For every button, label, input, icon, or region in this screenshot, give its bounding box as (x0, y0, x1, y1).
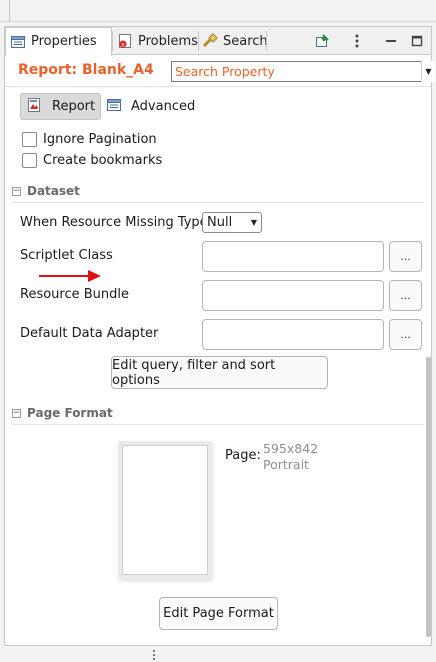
tab-properties-label: Properties (31, 34, 97, 49)
page-size-values: 595x842 Portrait (263, 441, 318, 473)
problems-icon: x (117, 33, 133, 49)
tab-properties[interactable]: Properties (5, 27, 112, 56)
header-row: Report: Blank_A4 Search Property ▼ (5, 55, 435, 87)
resource-bundle-browse-button[interactable]: ... (389, 280, 422, 311)
page-size: 595x842 (263, 441, 319, 456)
default-data-adapter-label: Default Data Adapter (20, 326, 159, 341)
tab-search[interactable]: Search (198, 27, 272, 55)
section-title: Dataset (27, 184, 80, 198)
subtab-advanced-label: Advanced (131, 99, 196, 114)
search-icon (202, 33, 218, 49)
window-top-strip (0, 0, 436, 22)
when-resource-missing-select[interactable]: Null ▼ (202, 212, 262, 233)
collapse-icon[interactable]: − (12, 408, 21, 418)
section-divider (12, 424, 424, 425)
page-format-section-header[interactable]: − Page Format (12, 403, 424, 425)
checkbox-box[interactable] (22, 152, 37, 168)
page-orientation: Portrait (263, 457, 309, 472)
checkbox-label: Ignore Pagination (43, 131, 157, 147)
top-strip-divider (9, 0, 10, 22)
checkbox-label: Create bookmarks (43, 152, 163, 168)
select-value: Null (207, 215, 233, 230)
view-tabbar: Properties x Problems Search (5, 27, 431, 56)
checkbox-box[interactable] (22, 131, 37, 147)
scriptlet-browse-button[interactable]: ... (389, 241, 422, 272)
properties-icon (10, 34, 26, 50)
tab-problems-label: Problems (138, 33, 198, 49)
edit-query-button[interactable]: Edit query, filter and sort options (111, 356, 328, 389)
advanced-icon (106, 97, 122, 117)
subtab-report-label: Report (52, 99, 96, 114)
resource-bundle-label: Resource Bundle (20, 287, 130, 302)
subtab-report[interactable]: Report (20, 93, 101, 120)
minimize-icon[interactable] (383, 33, 399, 49)
data-adapter-browse-button[interactable]: ... (389, 319, 422, 350)
chevron-down-icon[interactable]: ▼ (421, 61, 435, 82)
pin-icon[interactable] (314, 33, 330, 49)
chevron-down-icon: ▼ (250, 218, 257, 227)
search-property-combo[interactable]: Search Property ▼ (171, 61, 435, 82)
tab-divider (266, 31, 267, 51)
view-menu-icon[interactable] (349, 33, 365, 49)
report-icon (26, 97, 42, 117)
vertical-scrollbar[interactable] (426, 357, 431, 637)
section-title: Page Format (27, 406, 113, 420)
tab-problems[interactable]: x Problems (113, 27, 202, 55)
scriptlet-class-input[interactable] (202, 241, 384, 272)
properties-content: Ignore Pagination Create bookmarks − Dat… (5, 127, 431, 645)
collapse-icon[interactable]: − (12, 186, 21, 196)
svg-text:x: x (121, 42, 125, 49)
default-data-adapter-input[interactable] (202, 319, 384, 350)
resize-handle-icon[interactable] (153, 650, 156, 660)
section-divider (12, 202, 424, 203)
when-resource-missing-label: When Resource Missing Type (20, 215, 208, 230)
search-property-placeholder: Search Property (175, 64, 275, 79)
tab-search-label: Search (223, 33, 268, 49)
subtab-advanced[interactable]: Advanced (106, 93, 195, 120)
ignore-pagination-checkbox[interactable]: Ignore Pagination (22, 130, 157, 148)
dataset-section-header[interactable]: − Dataset (12, 181, 424, 203)
scriptlet-class-label: Scriptlet Class (20, 248, 113, 263)
red-arrow-annotation (39, 270, 101, 282)
properties-view: Properties x Problems Search Report: Bla… (4, 26, 435, 646)
edit-page-format-button[interactable]: Edit Page Format (159, 597, 278, 630)
subtab-bar: Report Advanced (5, 89, 431, 127)
page-preview (122, 445, 208, 575)
page-title: Report: Blank_A4 (18, 62, 154, 78)
resource-bundle-input[interactable] (202, 280, 384, 311)
maximize-icon[interactable] (409, 33, 425, 49)
create-bookmarks-checkbox[interactable]: Create bookmarks (22, 151, 162, 169)
page-label: Page: (225, 448, 261, 463)
